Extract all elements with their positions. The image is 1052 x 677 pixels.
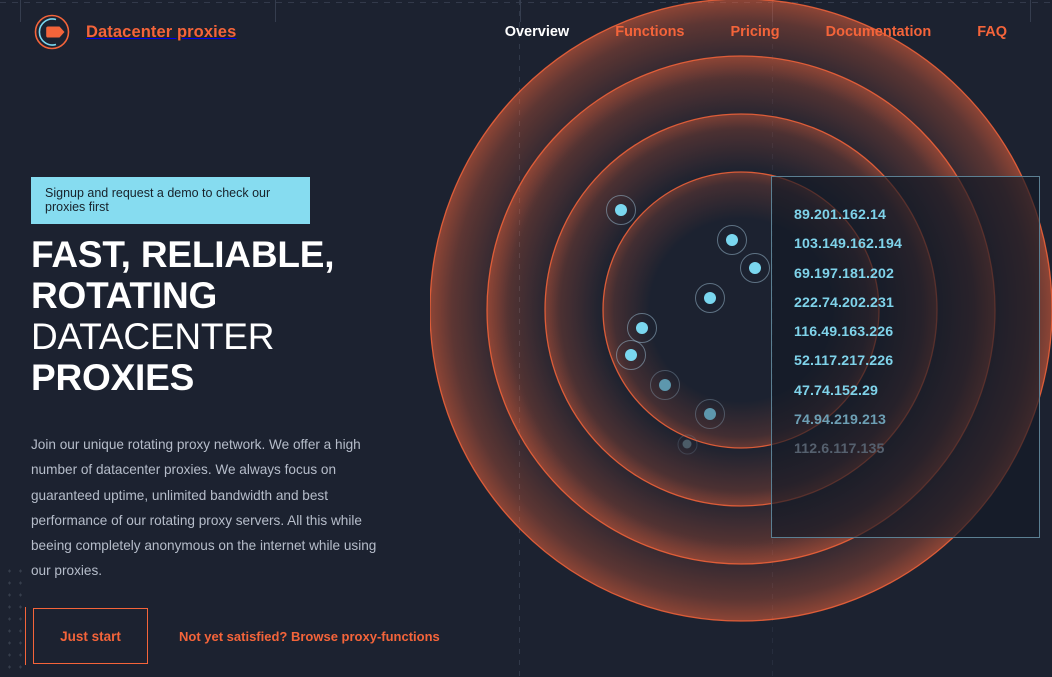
nav-item-pricing[interactable]: Pricing <box>708 24 803 40</box>
radar-node-1 <box>615 204 627 216</box>
nav-item-documentation[interactable]: Documentation <box>803 24 955 40</box>
ip-list-item[interactable]: 89.201.162.14 <box>794 201 1039 230</box>
ip-list-item[interactable]: 112.6.117.135 <box>794 435 1039 464</box>
ip-list-item[interactable]: 116.49.163.226 <box>794 318 1039 347</box>
hero-cta-row: Just start Not yet satisfied? Browse pro… <box>25 607 440 665</box>
radar-node-4 <box>704 292 716 304</box>
ip-list-item[interactable]: 74.94.219.213 <box>794 406 1039 435</box>
rotating-proxy-logo-icon <box>30 10 74 54</box>
hero-title-line-1: FAST, RELIABLE, <box>31 234 335 275</box>
ip-list-item[interactable]: 52.117.217.226 <box>794 347 1039 376</box>
hero-title-line-2: ROTATING <box>31 275 218 316</box>
radar-node-8 <box>704 408 716 420</box>
radar-node-9 <box>682 439 692 449</box>
radar-node-7 <box>659 379 671 391</box>
brand-logo-link[interactable]: Datacenter proxies <box>30 10 236 54</box>
brand-name: Datacenter proxies <box>86 22 237 41</box>
cta-accent-bar <box>25 607 26 665</box>
page-title: FAST, RELIABLE, ROTATING DATACENTER PROX… <box>31 234 501 398</box>
just-start-button[interactable]: Just start <box>33 608 148 664</box>
nav-item-faq[interactable]: FAQ <box>954 24 1030 40</box>
radar-node-5 <box>636 322 648 334</box>
ip-list-item[interactable]: 103.149.162.194 <box>794 230 1039 259</box>
nav-item-overview[interactable]: Overview <box>482 24 593 40</box>
browse-proxy-functions-link[interactable]: Not yet satisfied? Browse proxy-function… <box>179 629 440 644</box>
ip-address-list: 89.201.162.14 103.149.162.194 69.197.181… <box>794 201 1039 465</box>
nav-item-functions[interactable]: Functions <box>592 24 707 40</box>
hero-title-line-4: PROXIES <box>31 357 195 398</box>
radar-node-3 <box>749 262 761 274</box>
radar-node-2 <box>726 234 738 246</box>
ip-list-item[interactable]: 222.74.202.231 <box>794 289 1039 318</box>
site-header: Datacenter proxies Overview Functions Pr… <box>0 0 1052 64</box>
hero-description: Join our unique rotating proxy network. … <box>31 437 377 579</box>
ip-address-panel: 89.201.162.14 103.149.162.194 69.197.181… <box>771 176 1040 538</box>
ip-list-item[interactable]: 69.197.181.202 <box>794 260 1039 289</box>
hero-section: Signup and request a demo to check our p… <box>0 0 520 677</box>
radar-node-6 <box>625 349 637 361</box>
main-navigation: Overview Functions Pricing Documentation… <box>482 24 1052 40</box>
hero-title-line-3: DATACENTER <box>31 316 275 357</box>
ip-list-item[interactable]: 47.74.152.29 <box>794 377 1039 406</box>
signup-demo-badge[interactable]: Signup and request a demo to check our p… <box>31 177 310 224</box>
